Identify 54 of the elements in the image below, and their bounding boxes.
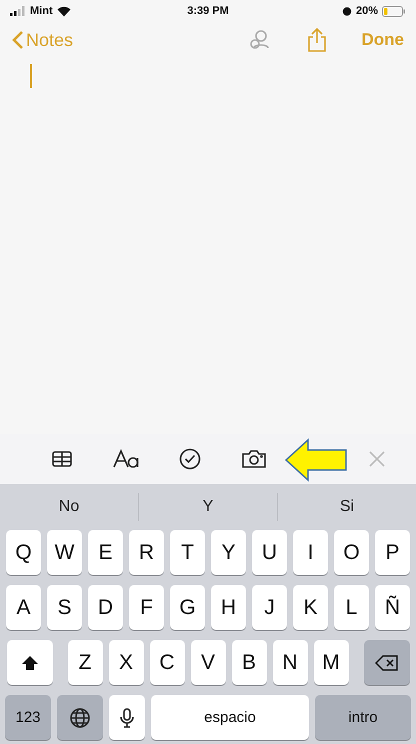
wifi-icon — [56, 6, 71, 16]
battery-icon — [382, 6, 406, 16]
letter-key[interactable]: Ñ — [375, 585, 410, 630]
letter-key[interactable]: A — [6, 585, 41, 630]
return-key[interactable]: intro — [315, 695, 411, 740]
letter-key[interactable]: B — [232, 640, 266, 685]
arrow-drawing — [284, 438, 348, 482]
letter-key[interactable]: J — [252, 585, 287, 630]
letter-key[interactable]: X — [108, 640, 144, 685]
letter-key[interactable]: P — [375, 530, 410, 575]
letter-key[interactable]: T — [170, 530, 205, 575]
signal-icon — [10, 6, 26, 16]
chevron-left-icon — [12, 30, 24, 50]
delete-icon — [374, 654, 398, 672]
table-icon — [51, 448, 73, 470]
letter-key[interactable]: E — [88, 530, 123, 575]
clock-time: 3:39 PM — [187, 5, 229, 17]
letter-key[interactable]: C — [150, 640, 184, 685]
shift-arrow-icon — [20, 654, 38, 670]
letter-key[interactable]: W — [47, 530, 82, 575]
letter-key[interactable]: S — [47, 585, 82, 630]
letter-key[interactable]: U — [252, 530, 287, 575]
numbers-key[interactable]: 123 — [5, 695, 51, 740]
letter-key[interactable]: Q — [6, 530, 41, 575]
backspace-key[interactable] — [364, 640, 410, 685]
suggestion-item[interactable]: Si — [278, 492, 416, 522]
letter-key[interactable]: I — [293, 530, 328, 575]
letter-key[interactable]: M — [314, 640, 348, 685]
letter-key[interactable]: R — [129, 530, 164, 575]
microphone-key[interactable] — [109, 695, 145, 740]
letter-key[interactable]: N — [272, 640, 308, 685]
letter-key[interactable]: H — [211, 585, 246, 630]
text-format-icon — [112, 448, 140, 470]
suggestion-item[interactable]: Y — [139, 492, 277, 522]
letter-key[interactable]: G — [170, 585, 205, 630]
suggestion-item[interactable]: No — [0, 492, 138, 522]
space-key[interactable]: espacio — [151, 695, 309, 740]
battery-percent: 20% — [356, 5, 378, 17]
letter-key[interactable]: K — [293, 585, 328, 630]
shift-key[interactable] — [6, 640, 52, 685]
checkmark-circle-icon — [179, 448, 201, 470]
alarm-icon — [342, 6, 352, 16]
letter-key[interactable]: Y — [211, 530, 246, 575]
carrier-name: Mint — [30, 5, 53, 17]
letter-key[interactable]: Z — [68, 640, 102, 685]
letter-key[interactable]: D — [88, 585, 123, 630]
letter-key[interactable]: O — [334, 530, 369, 575]
letter-key[interactable]: L — [334, 585, 369, 630]
letter-key[interactable]: F — [129, 585, 164, 630]
letter-key[interactable]: V — [190, 640, 226, 685]
camera-icon — [241, 448, 267, 470]
globe-key[interactable] — [57, 695, 103, 740]
text-cursor — [30, 64, 32, 88]
globe-icon — [69, 706, 91, 728]
